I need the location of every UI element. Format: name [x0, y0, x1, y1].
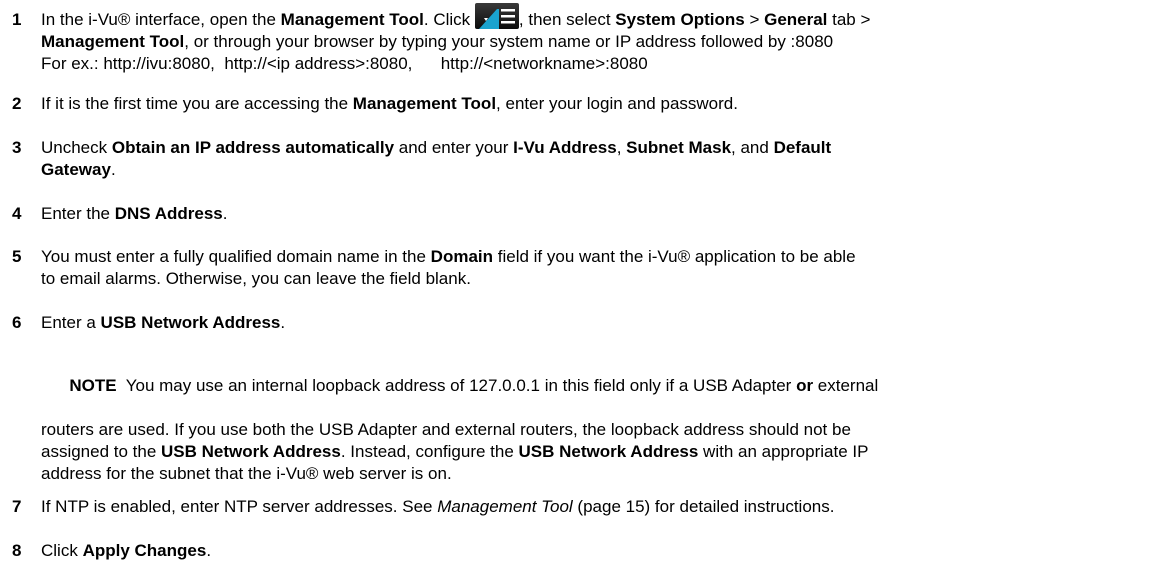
- text-segment: Click: [41, 541, 83, 560]
- ui-term: Management Tool: [352, 94, 497, 113]
- text-segment: , enter your login and password.: [496, 94, 738, 113]
- ui-term: Default: [773, 138, 832, 157]
- step-number: 8: [12, 541, 22, 560]
- step-text: Uncheck Obtain an IP address automatical…: [41, 137, 1146, 181]
- text-segment: .: [206, 541, 212, 560]
- text-segment: You must enter a fully qualified domain …: [41, 247, 431, 266]
- text-segment: and enter your: [394, 138, 514, 157]
- text-segment: In the i-Vu® interface, open the: [41, 10, 281, 29]
- text-segment: Enter the: [41, 204, 115, 223]
- step-number: 2: [12, 94, 22, 113]
- text-segment: , then select: [518, 10, 616, 29]
- ui-term: System Options: [615, 10, 745, 29]
- ui-term: Obtain an IP address automatically: [111, 138, 395, 157]
- text-segment: .: [280, 313, 286, 332]
- text-segment: You may use an internal loopback address…: [116, 376, 797, 395]
- step-number: 5: [12, 247, 22, 266]
- text-segment: , or through your browser by typing your…: [184, 32, 834, 51]
- note-label: NOTE: [69, 376, 117, 395]
- step-number: 6: [12, 313, 22, 332]
- text-segment: If it is the first time you are accessin…: [41, 94, 353, 113]
- step-text: In the i-Vu® interface, open the Managem…: [41, 3, 1146, 75]
- step-text: If it is the first time you are accessin…: [41, 93, 1146, 115]
- ui-term: Apply Changes: [82, 541, 207, 560]
- ui-term: or: [796, 376, 814, 395]
- text-segment: .: [110, 160, 116, 179]
- step-text: Enter a USB Network Address.: [41, 312, 1146, 334]
- text-segment: . Click: [423, 10, 475, 29]
- ui-term: General: [764, 10, 828, 29]
- step-number: 4: [12, 204, 22, 223]
- ui-term: DNS Address: [114, 204, 223, 223]
- ui-term: USB Network Address: [100, 313, 281, 332]
- menu-icon: [474, 3, 519, 29]
- ui-term: USB Network Address: [161, 442, 341, 461]
- ui-term: Gateway: [41, 160, 111, 179]
- text-segment: Uncheck: [41, 138, 112, 157]
- text-segment: .: [222, 204, 228, 223]
- url-example: For ex.: http://ivu:8080, http://<ip add…: [41, 54, 648, 73]
- step-number: 7: [12, 497, 22, 516]
- ui-term: Subnet Mask: [626, 138, 732, 157]
- text-segment: If NTP is enabled, enter NTP server addr…: [41, 497, 438, 516]
- text-segment: routers are used. If you use both the US…: [41, 420, 851, 439]
- cross-reference-link[interactable]: Management Tool: [437, 497, 572, 516]
- step-number: 3: [12, 138, 22, 157]
- text-segment: (page 15) for detailed instructions.: [572, 497, 835, 516]
- ui-term: I-Vu Address: [513, 138, 617, 157]
- text-segment: >: [744, 10, 765, 29]
- text-segment: assigned to the: [41, 442, 162, 461]
- text-segment: , and: [731, 138, 774, 157]
- step-text: Click Apply Changes.: [41, 540, 1146, 562]
- text-segment: ,: [616, 138, 627, 157]
- text-segment: Enter a: [41, 313, 101, 332]
- note-text: NOTE You may use an internal loopback ad…: [41, 353, 1146, 485]
- ui-term: USB Network Address: [518, 442, 699, 461]
- text-segment: with an appropriate IP: [698, 442, 869, 461]
- step-text: Enter the DNS Address.: [41, 203, 1146, 225]
- ui-term: Management Tool: [41, 32, 185, 51]
- ui-term: Management Tool: [280, 10, 424, 29]
- text-segment: external: [813, 376, 879, 395]
- text-segment: address for the subnet that the i-Vu® we…: [41, 464, 452, 483]
- text-segment: to email alarms. Otherwise, you can leav…: [41, 269, 471, 288]
- text-segment: . Instead, configure the: [340, 442, 519, 461]
- step-text: If NTP is enabled, enter NTP server addr…: [41, 496, 1146, 518]
- step-number: 1: [12, 10, 22, 29]
- text-segment: field if you want the i-Vu® application …: [493, 247, 856, 266]
- text-segment: tab >: [827, 10, 871, 29]
- ui-term: Domain: [430, 247, 494, 266]
- step-text: You must enter a fully qualified domain …: [41, 246, 1146, 290]
